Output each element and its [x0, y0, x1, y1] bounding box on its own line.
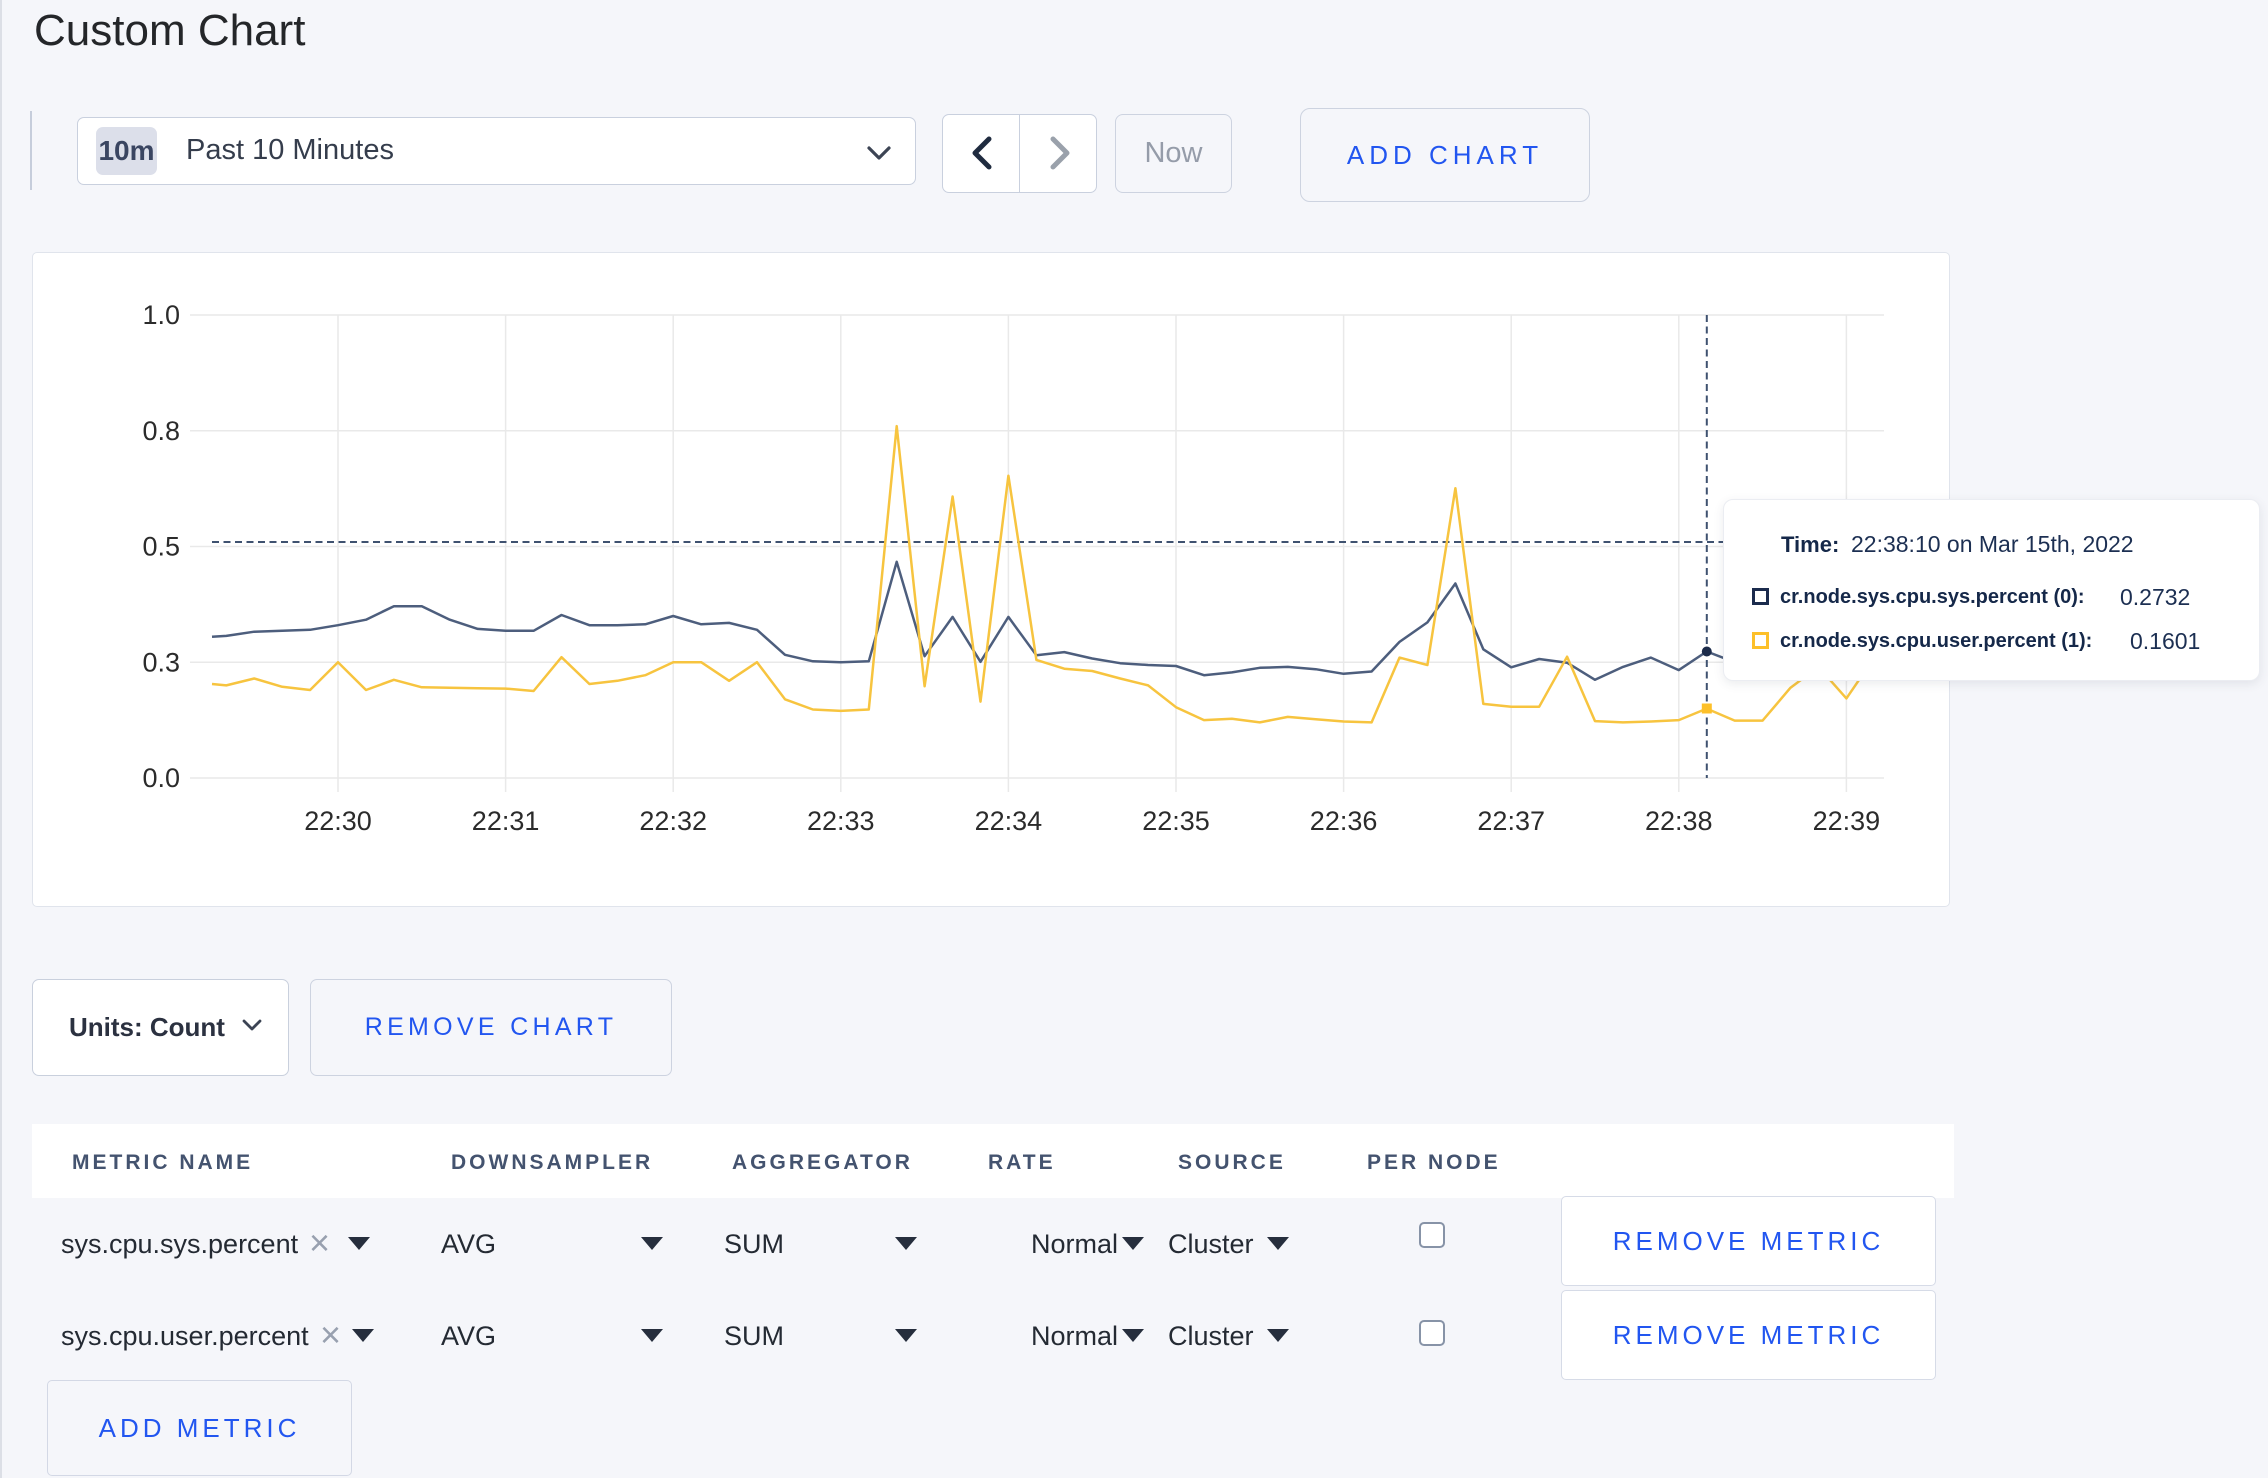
svg-text:0.5: 0.5	[142, 532, 180, 562]
svg-text:22:39: 22:39	[1813, 806, 1881, 836]
svg-text:22:30: 22:30	[304, 806, 372, 836]
svg-text:22:38: 22:38	[1645, 806, 1713, 836]
svg-text:22:35: 22:35	[1142, 806, 1210, 836]
svg-text:22:36: 22:36	[1310, 806, 1378, 836]
svg-text:22:34: 22:34	[975, 806, 1043, 836]
svg-text:0.3: 0.3	[142, 647, 180, 677]
svg-text:1.0: 1.0	[142, 300, 180, 330]
svg-text:22:37: 22:37	[1477, 806, 1545, 836]
svg-text:0.0: 0.0	[142, 763, 180, 793]
svg-text:22:31: 22:31	[472, 806, 540, 836]
svg-text:0.8: 0.8	[142, 416, 180, 446]
svg-text:22:33: 22:33	[807, 806, 875, 836]
svg-text:22:32: 22:32	[639, 806, 707, 836]
